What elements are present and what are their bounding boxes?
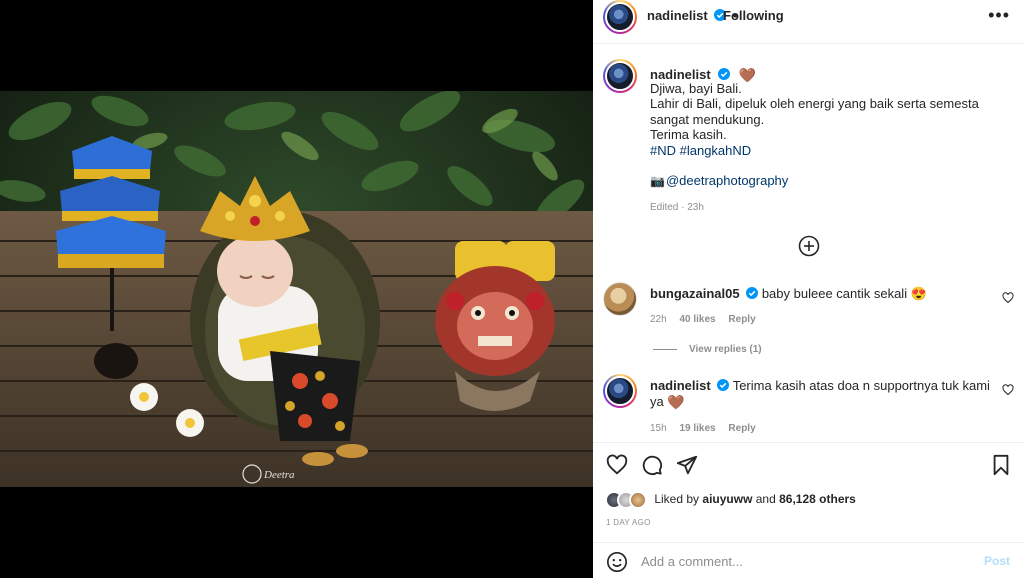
reply-button[interactable]: Reply	[728, 423, 755, 434]
commenter-avatar[interactable]	[603, 374, 637, 408]
brown-heart-emoji: 🤎	[667, 394, 685, 410]
post-side-panel: nadinelist • Following ••• nadinelist 🤎 …	[593, 0, 1024, 578]
comment-body: nadinelist Terima kasih atas doa n suppo…	[650, 378, 990, 410]
instagram-post: Deetra nadinelist • Following ••• nadine…	[0, 0, 1024, 578]
comment-meta: 22h 40 likes Reply	[650, 314, 766, 325]
caption-line: Terima kasih.	[650, 127, 727, 143]
liked-by-and: and	[755, 492, 776, 507]
comment-meta: 15h 19 likes Reply	[650, 423, 766, 434]
post-actions: Liked by aiuyuww and 86,128 others 1 DAY…	[593, 442, 1024, 542]
save-bookmark-icon[interactable]	[990, 454, 1012, 476]
liked-by-row: Liked by aiuyuww and 86,128 others	[605, 491, 856, 509]
comment-likes[interactable]: 40 likes	[679, 314, 715, 325]
photo-watermark: Deetra	[263, 469, 295, 481]
caption-username[interactable]: nadinelist	[650, 67, 711, 82]
add-comment-bar: Post	[593, 542, 1024, 578]
comment-text: baby buleee cantik sekali 😍	[761, 286, 927, 301]
verified-badge-icon	[718, 68, 731, 80]
following-button[interactable]: Following	[723, 8, 784, 23]
emoji-smiley-icon[interactable]	[606, 551, 628, 573]
like-comment-heart-icon[interactable]	[1002, 292, 1014, 304]
post-header: nadinelist • Following •••	[593, 0, 1024, 44]
camera-emoji: 📷	[650, 174, 665, 189]
commenter-avatar[interactable]	[603, 282, 637, 316]
like-heart-icon[interactable]	[606, 454, 628, 476]
media-area: Deetra	[0, 0, 593, 578]
reply-button[interactable]: Reply	[728, 314, 755, 325]
author-avatar[interactable]	[603, 0, 637, 34]
caption-line: Lahir di Bali, dipeluk oleh energi yang …	[650, 96, 979, 127]
likes-count[interactable]: 86,128 others	[779, 492, 856, 506]
caption-avatar[interactable]	[603, 59, 637, 93]
liked-by-prefix: Liked by	[654, 492, 700, 507]
comment-bubble-icon[interactable]	[641, 454, 663, 476]
comment-time[interactable]: 15h	[650, 423, 667, 434]
share-send-icon[interactable]	[676, 454, 698, 476]
caption-text: Djiwa, bayi Bali. Lahir di Bali, dipeluk…	[650, 81, 1005, 190]
post-comment-button[interactable]: Post	[984, 554, 1010, 568]
verified-badge-icon	[746, 287, 759, 299]
comment-body: bungazainal05 baby buleee cantik sekali …	[650, 286, 990, 302]
view-replies-label[interactable]: View replies (1)	[689, 344, 762, 355]
baby-photo-illustration: Deetra	[0, 91, 593, 487]
liked-by-avatars[interactable]	[605, 491, 647, 509]
load-more-comments-icon[interactable]	[798, 235, 820, 257]
comment-likes[interactable]: 19 likes	[679, 423, 715, 434]
post-date[interactable]: 1 DAY AGO	[606, 518, 651, 527]
like-comment-heart-icon[interactable]	[1002, 384, 1014, 396]
add-comment-input[interactable]	[641, 551, 961, 571]
caption-line: Djiwa, bayi Bali.	[650, 81, 742, 96]
liked-by-user[interactable]: aiuyuww	[702, 492, 752, 506]
post-photo[interactable]: Deetra	[0, 91, 593, 487]
verified-badge-icon	[717, 379, 730, 391]
replies-dash	[653, 348, 677, 350]
caption-edited-time: Edited · 23h	[650, 202, 704, 213]
comment-time[interactable]: 22h	[650, 314, 667, 325]
commenter-username[interactable]: bungazainal05	[650, 286, 740, 301]
view-replies-button[interactable]: View replies (1)	[653, 344, 762, 355]
commenter-username[interactable]: nadinelist	[650, 378, 711, 393]
caption-hashtags[interactable]: #ND #langkahND	[650, 143, 1005, 158]
more-icon[interactable]: •••	[988, 6, 1010, 24]
photo-credit-link[interactable]: @deetraphotography	[666, 173, 788, 188]
author-username-text[interactable]: nadinelist	[647, 8, 708, 23]
